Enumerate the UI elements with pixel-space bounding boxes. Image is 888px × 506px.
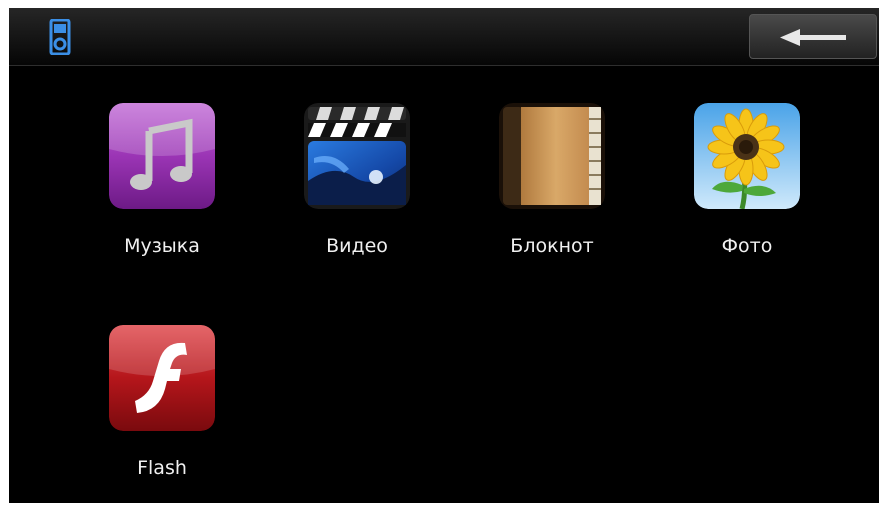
- app-label: Фото: [721, 235, 773, 257]
- app-label: Блокнот: [510, 235, 594, 257]
- app-label: Видео: [326, 235, 388, 257]
- app-flash[interactable]: Flash: [77, 325, 217, 503]
- back-button[interactable]: [749, 14, 877, 59]
- app-video[interactable]: Видео: [272, 103, 412, 283]
- media-player-icon: [49, 18, 71, 56]
- clapperboard-icon: [304, 103, 410, 209]
- app-photo[interactable]: Фото: [662, 103, 802, 283]
- arrow-left-icon: [780, 28, 846, 46]
- notebook-icon: [499, 103, 605, 209]
- top-bar: [9, 8, 879, 66]
- app-label: Музыка: [124, 235, 200, 257]
- flash-icon: [109, 325, 215, 431]
- launcher-screen: Музыка Видео Блокнот Фото Flash: [9, 8, 879, 503]
- app-notebook[interactable]: Блокнот: [467, 103, 607, 283]
- music-note-icon: [109, 103, 215, 209]
- sunflower-icon: [694, 103, 800, 209]
- app-label: Flash: [137, 457, 187, 479]
- app-music[interactable]: Музыка: [77, 103, 217, 283]
